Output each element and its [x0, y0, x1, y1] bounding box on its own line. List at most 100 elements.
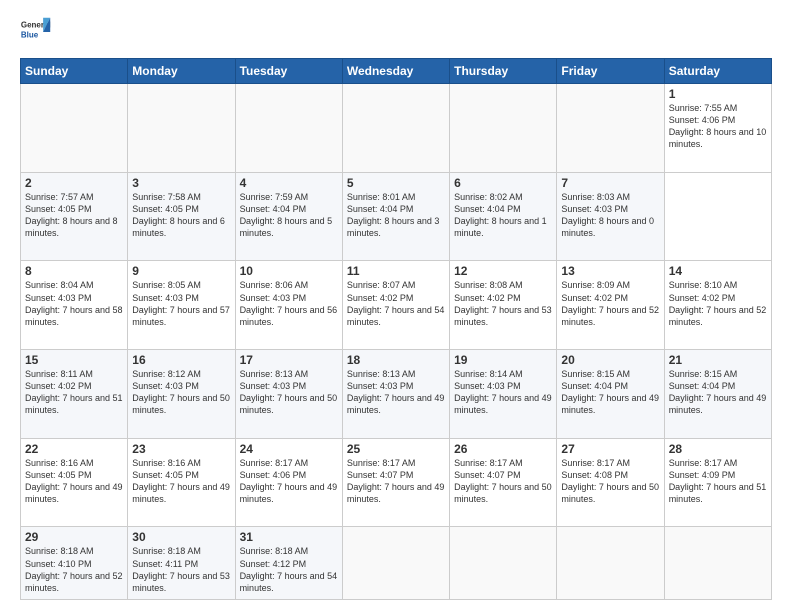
calendar-header-thursday: Thursday — [450, 59, 557, 84]
calendar-cell — [450, 527, 557, 600]
calendar-week-row: 15 Sunrise: 8:11 AMSunset: 4:02 PMDayligh… — [21, 350, 772, 439]
calendar-cell: 11 Sunrise: 8:07 AMSunset: 4:02 PMDayligh… — [342, 261, 449, 350]
calendar-cell — [450, 84, 557, 173]
calendar-cell: 31 Sunrise: 8:18 AMSunset: 4:12 PMDayligh… — [235, 527, 342, 600]
day-number: 7 — [561, 176, 659, 190]
cell-info: Sunrise: 8:17 AMSunset: 4:06 PMDaylight:… — [240, 458, 338, 504]
calendar-cell: 25Sunrise: 8:17 AMSunset: 4:07 PMDayligh… — [342, 438, 449, 527]
calendar-header-tuesday: Tuesday — [235, 59, 342, 84]
cell-info: Sunrise: 8:10 AMSunset: 4:02 PMDaylight:… — [669, 280, 767, 326]
calendar-cell: 21 Sunrise: 8:15 AMSunset: 4:04 PMDayligh… — [664, 350, 771, 439]
cell-info: Sunrise: 8:13 AMSunset: 4:03 PMDaylight:… — [240, 369, 338, 415]
calendar-header-wednesday: Wednesday — [342, 59, 449, 84]
cell-info: Sunrise: 8:11 AMSunset: 4:02 PMDaylight:… — [25, 369, 123, 415]
day-number: 2 — [25, 176, 123, 190]
calendar-cell: 22Sunrise: 8:16 AMSunset: 4:05 PMDayligh… — [21, 438, 128, 527]
cell-info: Sunrise: 8:09 AMSunset: 4:02 PMDaylight:… — [561, 280, 659, 326]
day-number: 16 — [132, 353, 230, 367]
header: General Blue — [20, 16, 772, 48]
cell-info: Sunrise: 8:18 AMSunset: 4:12 PMDaylight:… — [240, 546, 338, 592]
calendar-cell: 13 Sunrise: 8:09 AMSunset: 4:02 PMDayligh… — [557, 261, 664, 350]
cell-info: Sunrise: 8:02 AMSunset: 4:04 PMDaylight:… — [454, 192, 547, 238]
day-number: 23 — [132, 442, 230, 456]
calendar-cell — [557, 84, 664, 173]
day-number: 11 — [347, 264, 445, 278]
cell-info: Sunrise: 8:12 AMSunset: 4:03 PMDaylight:… — [132, 369, 230, 415]
cell-info: Sunrise: 8:08 AMSunset: 4:02 PMDaylight:… — [454, 280, 552, 326]
cell-info: Sunrise: 7:57 AMSunset: 4:05 PMDaylight:… — [25, 192, 118, 238]
day-number: 5 — [347, 176, 445, 190]
cell-info: Sunrise: 8:01 AMSunset: 4:04 PMDaylight:… — [347, 192, 440, 238]
day-number: 6 — [454, 176, 552, 190]
calendar-cell: 29 Sunrise: 8:18 AMSunset: 4:10 PMDayligh… — [21, 527, 128, 600]
day-number: 31 — [240, 530, 338, 544]
cell-info: Sunrise: 8:17 AMSunset: 4:08 PMDaylight:… — [561, 458, 659, 504]
calendar-cell — [664, 527, 771, 600]
day-number: 20 — [561, 353, 659, 367]
cell-info: Sunrise: 8:03 AMSunset: 4:03 PMDaylight:… — [561, 192, 654, 238]
calendar-cell — [21, 84, 128, 173]
calendar-cell: 24 Sunrise: 8:17 AMSunset: 4:06 PMDayligh… — [235, 438, 342, 527]
calendar-cell — [235, 84, 342, 173]
day-number: 1 — [669, 87, 767, 101]
day-number: 14 — [669, 264, 767, 278]
calendar-cell: 16 Sunrise: 8:12 AMSunset: 4:03 PMDayligh… — [128, 350, 235, 439]
cell-info: Sunrise: 8:18 AMSunset: 4:10 PMDaylight:… — [25, 546, 123, 592]
cell-info: Sunrise: 8:07 AMSunset: 4:02 PMDaylight:… — [347, 280, 445, 326]
calendar-cell — [128, 84, 235, 173]
cell-info: Sunrise: 8:15 AMSunset: 4:04 PMDaylight:… — [669, 369, 767, 415]
day-number: 19 — [454, 353, 552, 367]
cell-info: Sunrise: 8:06 AMSunset: 4:03 PMDaylight:… — [240, 280, 338, 326]
day-number: 22 — [25, 442, 123, 456]
cell-info: Sunrise: 8:14 AMSunset: 4:03 PMDaylight:… — [454, 369, 552, 415]
calendar-cell: 7 Sunrise: 8:03 AMSunset: 4:03 PMDaylight… — [557, 172, 664, 261]
cell-info: Sunrise: 8:15 AMSunset: 4:04 PMDaylight:… — [561, 369, 659, 415]
cell-info: Sunrise: 8:17 AMSunset: 4:07 PMDaylight:… — [347, 458, 445, 504]
calendar-cell: 20 Sunrise: 8:15 AMSunset: 4:04 PMDayligh… — [557, 350, 664, 439]
cell-info: Sunrise: 8:04 AMSunset: 4:03 PMDaylight:… — [25, 280, 123, 326]
day-number: 26 — [454, 442, 552, 456]
calendar-cell: 18Sunrise: 8:13 AMSunset: 4:03 PMDayligh… — [342, 350, 449, 439]
day-number: 12 — [454, 264, 552, 278]
calendar-header-saturday: Saturday — [664, 59, 771, 84]
cell-info: Sunrise: 8:05 AMSunset: 4:03 PMDaylight:… — [132, 280, 230, 326]
calendar-cell: 1 Sunrise: 7:55 AMSunset: 4:06 PMDaylight… — [664, 84, 771, 173]
calendar-cell: 5 Sunrise: 8:01 AMSunset: 4:04 PMDaylight… — [342, 172, 449, 261]
calendar-table: SundayMondayTuesdayWednesdayThursdayFrid… — [20, 58, 772, 600]
calendar-cell: 19 Sunrise: 8:14 AMSunset: 4:03 PMDayligh… — [450, 350, 557, 439]
day-number: 24 — [240, 442, 338, 456]
day-number: 17 — [240, 353, 338, 367]
svg-text:Blue: Blue — [21, 30, 39, 39]
calendar-cell — [342, 84, 449, 173]
day-number: 28 — [669, 442, 767, 456]
day-number: 4 — [240, 176, 338, 190]
day-number: 10 — [240, 264, 338, 278]
calendar-cell — [342, 527, 449, 600]
day-number: 30 — [132, 530, 230, 544]
calendar-week-row: 2 Sunrise: 7:57 AMSunset: 4:05 PMDaylight… — [21, 172, 772, 261]
calendar-cell: 30Sunrise: 8:18 AMSunset: 4:11 PMDayligh… — [128, 527, 235, 600]
cell-info: Sunrise: 8:17 AMSunset: 4:09 PMDaylight:… — [669, 458, 767, 504]
calendar-week-row: 1 Sunrise: 7:55 AMSunset: 4:06 PMDaylight… — [21, 84, 772, 173]
calendar-cell: 23Sunrise: 8:16 AMSunset: 4:05 PMDayligh… — [128, 438, 235, 527]
calendar-header-row: SundayMondayTuesdayWednesdayThursdayFrid… — [21, 59, 772, 84]
day-number: 29 — [25, 530, 123, 544]
calendar-cell: 10 Sunrise: 8:06 AMSunset: 4:03 PMDayligh… — [235, 261, 342, 350]
calendar-cell: 2 Sunrise: 7:57 AMSunset: 4:05 PMDaylight… — [21, 172, 128, 261]
calendar-header-monday: Monday — [128, 59, 235, 84]
calendar-cell: 14 Sunrise: 8:10 AMSunset: 4:02 PMDayligh… — [664, 261, 771, 350]
calendar-cell: 17 Sunrise: 8:13 AMSunset: 4:03 PMDayligh… — [235, 350, 342, 439]
day-number: 21 — [669, 353, 767, 367]
day-number: 9 — [132, 264, 230, 278]
cell-info: Sunrise: 7:55 AMSunset: 4:06 PMDaylight:… — [669, 103, 767, 149]
page: General Blue SundayMondayTuesdayWednesda… — [0, 0, 792, 612]
calendar-cell: 9 Sunrise: 8:05 AMSunset: 4:03 PMDaylight… — [128, 261, 235, 350]
day-number: 15 — [25, 353, 123, 367]
calendar-cell: 12 Sunrise: 8:08 AMSunset: 4:02 PMDayligh… — [450, 261, 557, 350]
calendar-week-row: 22Sunrise: 8:16 AMSunset: 4:05 PMDayligh… — [21, 438, 772, 527]
cell-info: Sunrise: 8:13 AMSunset: 4:03 PMDaylight:… — [347, 369, 445, 415]
day-number: 13 — [561, 264, 659, 278]
calendar-cell: 15 Sunrise: 8:11 AMSunset: 4:02 PMDayligh… — [21, 350, 128, 439]
calendar-cell: 26Sunrise: 8:17 AMSunset: 4:07 PMDayligh… — [450, 438, 557, 527]
logo: General Blue — [20, 16, 52, 48]
